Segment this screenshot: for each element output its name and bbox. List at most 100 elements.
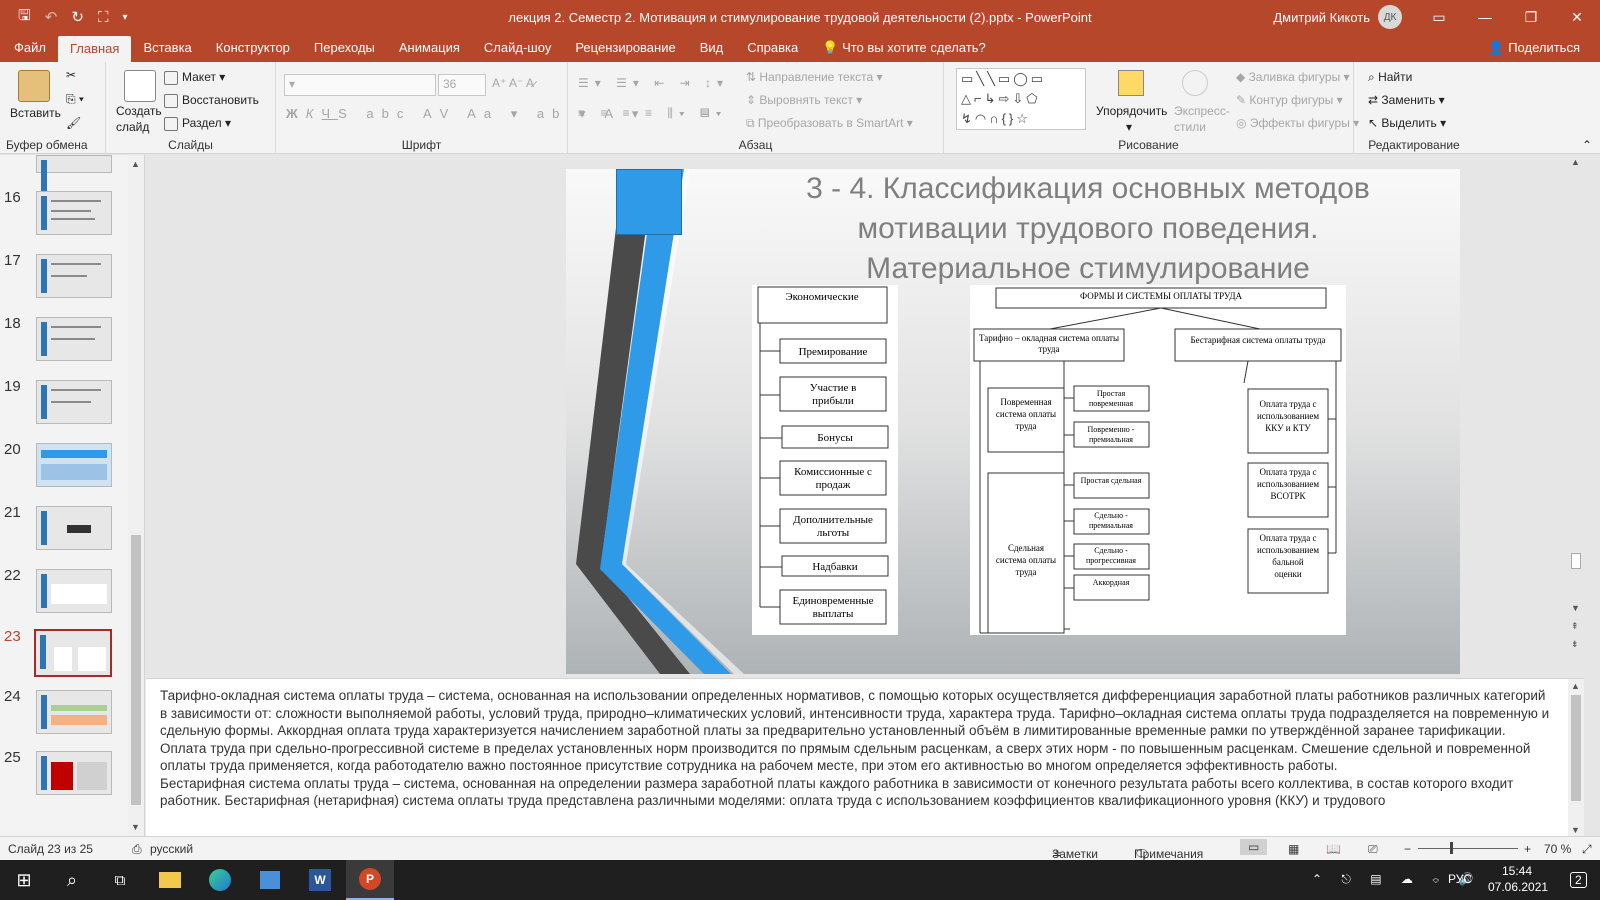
font-size-combo[interactable]: 36 (438, 74, 486, 96)
clock-date[interactable]: 07.06.2021 (1488, 880, 1548, 894)
shapes-gallery[interactable]: ▭╲╲▭◯▭ △⌐↳⇨⇩⬠ ↯◠∩{}☆ (956, 68, 1086, 130)
customize-toolbar-icon[interactable]: ▾ (122, 12, 127, 23)
zoom-slider[interactable] (1418, 848, 1518, 849)
maximize-icon[interactable]: ❐ (1508, 0, 1554, 34)
spellcheck-icon[interactable]: ⎙ (132, 842, 142, 857)
presentation-from-start-icon[interactable]: ⛶ (98, 9, 109, 26)
replace-button[interactable]: ⇄ Заменить ▾ (1368, 93, 1445, 107)
clock-time[interactable]: 15:44 (1502, 864, 1532, 878)
tab-slideshow[interactable]: Слайд-шоу (472, 34, 563, 62)
next-slide-icon[interactable]: ⇟ (1571, 639, 1579, 650)
windows-start-icon[interactable]: ⊞ (0, 860, 48, 900)
tab-home[interactable]: Главная (57, 36, 132, 62)
tab-file[interactable]: Файл (0, 34, 58, 62)
shape-outline-button[interactable]: ✎ Контур фигуры ▾ (1236, 93, 1343, 107)
text-direction-button[interactable]: ⇅ Направление текста ▾ (746, 70, 883, 84)
minimize-icon[interactable]: — (1462, 0, 1508, 34)
notes-paragraph[interactable]: Бестарифная система оплаты труда – систе… (160, 775, 1554, 810)
app-icon[interactable] (246, 860, 294, 900)
language-indicator[interactable]: русский (150, 842, 193, 856)
slide-thumbnail[interactable] (36, 380, 112, 424)
powerpoint-icon[interactable]: P (346, 860, 394, 900)
tab-help[interactable]: Справка (735, 34, 810, 62)
tab-review[interactable]: Рецензирование (563, 34, 687, 62)
quick-styles-icon[interactable] (1182, 70, 1208, 96)
avatar[interactable]: ДК (1378, 5, 1402, 29)
section-button[interactable]: Раздел ▾ (164, 116, 231, 131)
convert-smartart-button[interactable]: ⧉ Преобразовать в SmartArt ▾ (746, 116, 913, 131)
notes-scroll-thumb[interactable] (1571, 695, 1581, 801)
slide-thumbnail[interactable] (36, 191, 112, 235)
quick-styles-button[interactable]: Экспресс- (1174, 104, 1230, 118)
slide-thumbnail[interactable] (36, 155, 112, 194)
align-buttons[interactable]: ≡ ≡ ≡ ≡ ⫼▾ ▤▾ (578, 106, 728, 121)
list-buttons[interactable]: ☰▾ ☰▾ ⇤ ⇥ ↕▾ (578, 76, 729, 90)
slide-thumbnail[interactable] (36, 690, 112, 734)
reset-button[interactable]: Восстановить (164, 93, 259, 108)
select-button[interactable]: ↖ Выделить ▾ (1368, 116, 1446, 130)
normal-view-icon[interactable]: ▭ (1240, 839, 1268, 855)
pay-systems-diagram[interactable]: ФОРМЫ И СИСТЕМЫ ОПЛАТЫ ТРУДА Тарифно – о… (970, 285, 1346, 635)
slide-thumbnail[interactable] (36, 506, 112, 550)
arrange-button[interactable]: Упорядочить (1096, 104, 1167, 118)
shape-effects-button[interactable]: ◎ Эффекты фигуры ▾ (1236, 116, 1359, 130)
zoom-slider-thumb[interactable] (1450, 842, 1453, 854)
slide-thumbnail[interactable] (36, 569, 112, 613)
slideshow-icon[interactable]: ⎚ (1368, 842, 1378, 857)
slide-thumbnail[interactable] (36, 317, 112, 361)
tab-transitions[interactable]: Переходы (302, 34, 387, 62)
slide-sorter-icon[interactable]: ▦ (1288, 842, 1299, 856)
task-view-icon[interactable]: ⧉ (96, 860, 144, 900)
notes-paragraph[interactable]: Тарифно-окладная система оплаты труда – … (160, 687, 1554, 775)
quick-styles-label-2[interactable]: стили (1174, 120, 1206, 134)
slide-canvas[interactable]: 3 - 4. Классификация основных методов мо… (566, 169, 1460, 674)
cut-icon[interactable]: ✂ (66, 68, 76, 82)
new-slide-button[interactable]: Создать (116, 104, 162, 118)
find-button[interactable]: ⌕ Найти (1368, 70, 1412, 85)
arrange-icon[interactable] (1118, 70, 1144, 96)
user-name[interactable]: Дмитрий Кикоть (1273, 10, 1370, 25)
keyboard-language[interactable]: РУС (1448, 872, 1472, 886)
layout-button[interactable]: Макет ▾ (164, 70, 225, 85)
shape-fill-button[interactable]: ◆ Заливка фигуры ▾ (1236, 70, 1350, 84)
word-icon[interactable]: W (296, 860, 344, 900)
paste-button[interactable]: Вставить (10, 106, 61, 120)
tab-view[interactable]: Вид (688, 34, 736, 62)
zoom-out-icon[interactable]: − (1404, 842, 1411, 856)
format-painter-icon[interactable]: 🖌 (66, 116, 81, 130)
economic-methods-diagram[interactable]: Экономические Премирование Участие в приб… (752, 285, 898, 635)
increase-font-icon[interactable]: A⁺ A⁻ A̷ (492, 76, 534, 90)
tell-me-search[interactable]: 💡 Что вы хотите сделать? (810, 34, 998, 62)
slide-thumbnail[interactable] (36, 443, 112, 487)
edge-browser-icon[interactable] (196, 860, 244, 900)
new-slide-label-2[interactable]: слайд (116, 120, 149, 134)
tab-insert[interactable]: Вставка (131, 34, 203, 62)
previous-slide-icon[interactable]: ⇞ (1571, 621, 1579, 632)
slide-title[interactable]: 3 - 4. Классификация основных методов мо… (716, 169, 1460, 289)
notes-scrollbar[interactable]: ▲ ▼ (1568, 679, 1584, 836)
font-name-combo[interactable]: ▾ (284, 74, 436, 96)
ribbon-display-options-icon[interactable]: ▭ (1416, 0, 1462, 34)
fit-slide-icon[interactable]: ⤢ (1582, 842, 1592, 857)
save-icon[interactable]: 🖫 (18, 5, 31, 30)
slide-scrollbar[interactable]: ▲ ▼ ⇞ ⇟ (1568, 155, 1584, 676)
zoom-level[interactable]: 70 % (1544, 842, 1571, 856)
slide-thumbnail-selected[interactable] (34, 629, 112, 677)
slide-scroll-thumb[interactable] (1571, 553, 1581, 569)
tab-design[interactable]: Конструктор (204, 34, 302, 62)
slide-thumbnail[interactable] (36, 254, 112, 298)
copy-icon[interactable]: ⎘ ▾ (66, 92, 84, 107)
file-explorer-icon[interactable] (146, 860, 194, 900)
thumbnails-scrollbar[interactable]: ▲ ▼ (128, 155, 144, 836)
align-text-button[interactable]: ⇕ Выровнять текст ▾ (746, 93, 862, 107)
thumbnails-scroll-thumb[interactable] (131, 535, 141, 805)
close-icon[interactable]: ✕ (1554, 0, 1600, 34)
redo-icon[interactable]: ↻ (71, 8, 84, 26)
paste-icon[interactable] (18, 70, 50, 102)
arrange-dropdown-icon[interactable]: ▾ (1126, 120, 1132, 134)
notification-badge[interactable]: 2 (1570, 872, 1587, 888)
new-slide-icon[interactable] (124, 70, 156, 102)
slide-thumbnail[interactable] (36, 751, 112, 795)
tab-animations[interactable]: Анимация (387, 34, 472, 62)
search-icon[interactable]: ⌕ (48, 860, 96, 900)
